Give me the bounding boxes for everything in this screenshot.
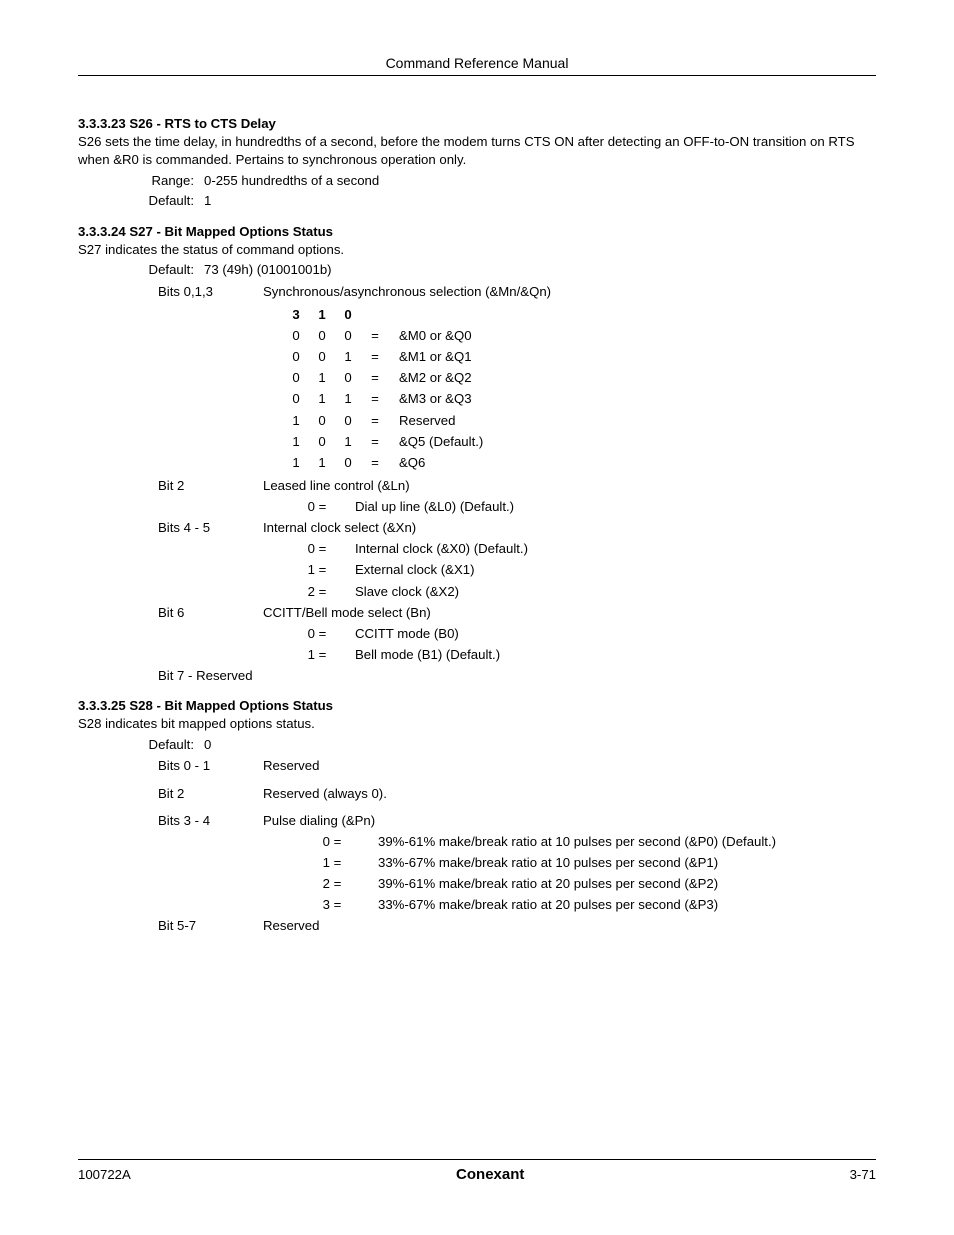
bit-cell: 1 (309, 367, 335, 388)
s27-default-value: 73 (49h) (01001001b) (204, 260, 876, 280)
bit-cell: 1 (283, 452, 309, 473)
bit-cell: 0 (283, 367, 309, 388)
bit-cell: 1 (335, 388, 361, 409)
s27-bit-table: 3 1 0 000=&M0 or &Q0 001=&M1 or &Q1 010=… (283, 304, 876, 473)
mean-cell: 33%-67% make/break ratio at 20 pulses pe… (356, 894, 718, 915)
s28-default-label: Default: (134, 735, 204, 755)
mean-cell: 39%-61% make/break ratio at 20 pulses pe… (356, 873, 718, 894)
s27-bits45-desc: Internal clock select (&Xn) (263, 517, 876, 538)
s28-row-label: Bit 2 (158, 783, 263, 804)
s27-bit7: Bit 7 - Reserved (158, 665, 253, 686)
bit-eq: = (361, 388, 389, 409)
bit-cell: 0 (335, 410, 361, 431)
bit-mean: Reserved (389, 410, 455, 431)
s27-paragraph: S27 indicates the status of command opti… (78, 241, 876, 259)
code-cell: 0 = (308, 831, 356, 852)
section-heading-s28: 3.3.3.25 S28 - Bit Mapped Options Status (78, 698, 876, 713)
mean-cell: CCITT mode (B0) (341, 623, 459, 644)
s27-bits013-desc: Synchronous/asynchronous selection (&Mn/… (263, 281, 876, 302)
code-cell: 2 = (308, 873, 356, 894)
s27-default-label: Default: (134, 260, 204, 280)
page-header-title: Command Reference Manual (78, 55, 876, 75)
mean-cell: Dial up line (&L0) (Default.) (341, 496, 514, 517)
s28-row-desc: Pulse dialing (&Pn) (263, 810, 876, 831)
s28-row-label: Bits 0 - 1 (158, 755, 263, 776)
s28-row-label: Bits 3 - 4 (158, 810, 263, 831)
bit-eq: = (361, 367, 389, 388)
mean-cell: 33%-67% make/break ratio at 10 pulses pe… (356, 852, 718, 873)
s26-default-label: Default: (134, 191, 204, 211)
code-cell: 1 = (293, 644, 341, 665)
bit-cell: 0 (309, 325, 335, 346)
mean-cell: 39%-61% make/break ratio at 10 pulses pe… (356, 831, 776, 852)
code-cell: 2 = (293, 581, 341, 602)
s26-default-value: 1 (204, 191, 876, 211)
s28-paragraph: S28 indicates bit mapped options status. (78, 715, 876, 733)
mean-cell: Internal clock (&X0) (Default.) (341, 538, 528, 559)
bit-eq: = (361, 346, 389, 367)
s27-bit6-desc: CCITT/Bell mode select (Bn) (263, 602, 876, 623)
s27-bit2-desc: Leased line control (&Ln) (263, 475, 876, 496)
bit-cell: 0 (283, 346, 309, 367)
bit-header-0: 0 (335, 304, 361, 325)
s27-bit2-label: Bit 2 (158, 475, 263, 496)
bit-cell: 1 (335, 431, 361, 452)
bit-cell: 0 (335, 452, 361, 473)
bit-eq: = (361, 452, 389, 473)
bit-cell: 0 (309, 410, 335, 431)
bit-cell: 1 (309, 388, 335, 409)
bit-mean: &M0 or &Q0 (389, 325, 472, 346)
bit-header-3: 3 (283, 304, 309, 325)
footer-right: 3-71 (850, 1167, 876, 1182)
bit-cell: 0 (335, 325, 361, 346)
bit-cell: 0 (309, 431, 335, 452)
s28-row-desc: Reserved (263, 755, 876, 776)
code-cell: 3 = (308, 894, 356, 915)
bit-cell: 0 (309, 346, 335, 367)
header-rule (78, 75, 876, 76)
bit-cell: 1 (309, 452, 335, 473)
bit-cell: 1 (283, 431, 309, 452)
s28-default-value: 0 (204, 735, 876, 755)
s26-range-value: 0-255 hundredths of a second (204, 171, 876, 191)
bit-eq: = (361, 410, 389, 431)
code-cell: 0 = (293, 538, 341, 559)
mean-cell: Bell mode (B1) (Default.) (341, 644, 500, 665)
code-cell: 1 = (293, 559, 341, 580)
section-heading-s26: 3.3.3.23 S26 - RTS to CTS Delay (78, 116, 876, 131)
bit-cell: 1 (335, 346, 361, 367)
code-cell: 0 = (293, 496, 341, 517)
bit-cell: 0 (283, 325, 309, 346)
section-heading-s27: 3.3.3.24 S27 - Bit Mapped Options Status (78, 224, 876, 239)
bit-mean: &M2 or &Q2 (389, 367, 472, 388)
code-cell: 0 = (293, 623, 341, 644)
bit-eq: = (361, 325, 389, 346)
bit-mean: &M3 or &Q3 (389, 388, 472, 409)
page: Command Reference Manual 3.3.3.23 S26 - … (0, 0, 954, 1235)
s27-bits013-label: Bits 0,1,3 (158, 281, 263, 302)
s27-bit6-label: Bit 6 (158, 602, 263, 623)
bit-mean: &Q6 (389, 452, 425, 473)
bit-mean: &Q5 (Default.) (389, 431, 483, 452)
s28-row-desc: Reserved (always 0). (263, 783, 876, 804)
footer-left: 100722A (78, 1167, 131, 1182)
bit-header-1: 1 (309, 304, 335, 325)
bit-eq: = (361, 431, 389, 452)
bit-cell: 0 (335, 367, 361, 388)
mean-cell: External clock (&X1) (341, 559, 474, 580)
s28-bit57-label: Bit 5-7 (158, 915, 263, 936)
s27-bits45-label: Bits 4 - 5 (158, 517, 263, 538)
bit-cell: 1 (283, 410, 309, 431)
s28-bit57-desc: Reserved (263, 915, 876, 936)
page-footer: 100722A Conexant 3-71 (78, 1159, 876, 1183)
footer-center: Conexant (456, 1166, 524, 1183)
code-cell: 1 = (308, 852, 356, 873)
mean-cell: Slave clock (&X2) (341, 581, 459, 602)
footer-rule (78, 1159, 876, 1160)
bit-mean: &M1 or &Q1 (389, 346, 472, 367)
bit-cell: 0 (283, 388, 309, 409)
s26-paragraph: S26 sets the time delay, in hundredths o… (78, 133, 876, 169)
s26-range-label: Range: (134, 171, 204, 191)
